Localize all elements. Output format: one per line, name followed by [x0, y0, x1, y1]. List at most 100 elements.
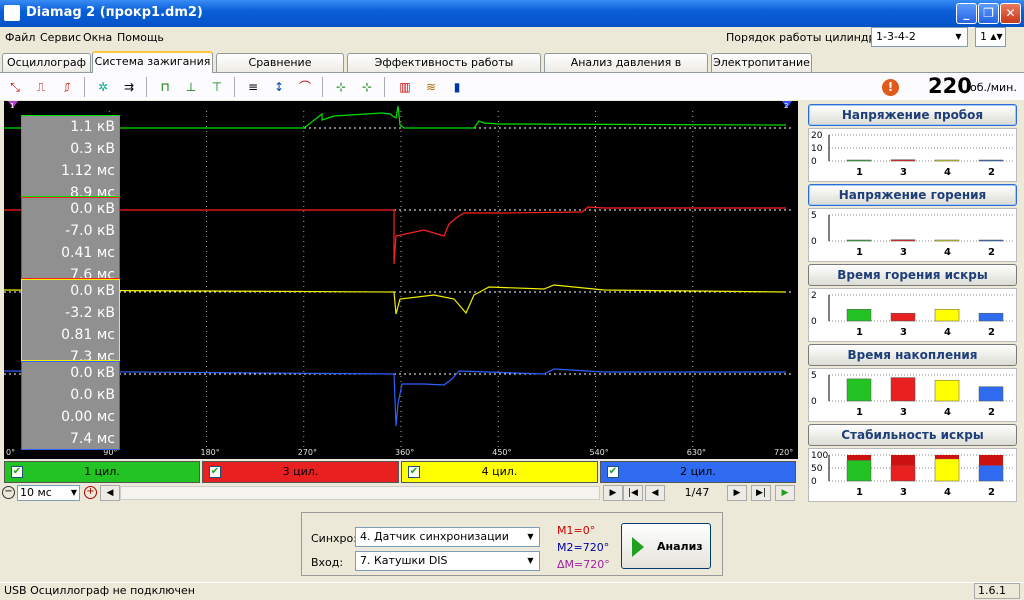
tab-cylinder-pressure[interactable]: Анализ давления в цилиндре [544, 53, 708, 86]
channel-3-toggle[interactable]: ✔ 3 цил. [202, 461, 399, 483]
menu-service[interactable]: Сервис [40, 31, 81, 44]
checkbox-icon[interactable]: ✔ [607, 466, 619, 478]
menu-windows[interactable]: Окна [83, 31, 112, 44]
stat-bar-deviation [847, 455, 871, 461]
probe-icon[interactable]: ✲ [92, 77, 114, 97]
cursor-tool-icon[interactable]: ⤡ [4, 77, 26, 97]
x-tick-label: 630° [687, 448, 706, 457]
stat-block: Время горения искры 2 0 1 3 4 2 [808, 264, 1017, 342]
first-page-button[interactable]: |◀ [623, 485, 643, 501]
stat-button[interactable]: Напряжение горения [808, 184, 1017, 206]
prev-page-button[interactable]: ◀ [645, 485, 665, 501]
readout-line: 7.4 мс [70, 431, 115, 447]
cylinder-label: 3 [900, 407, 907, 418]
next-page-button[interactable]: ▶ [727, 485, 747, 501]
waves-icon[interactable]: ≋ [420, 77, 442, 97]
app-icon [4, 5, 20, 21]
cylinder-label: 1 [856, 247, 863, 258]
stat-bar [890, 239, 916, 242]
scroll-left-button[interactable]: ◀ [100, 485, 120, 501]
menu-file[interactable]: Файл [5, 31, 35, 44]
tab-power-supply[interactable]: Электропитание [711, 53, 812, 72]
timebase-value: 10 мс [20, 486, 52, 499]
cylinder-order-select[interactable]: 1-3-4-2 ▼ [871, 27, 968, 47]
channel-3-readout: 0.0 кВ -7.0 кВ 0.41 мс 7.6 мс [21, 197, 120, 279]
cylinder-label: 4 [944, 487, 951, 498]
pulse-shift-icon[interactable]: ⊤ [206, 77, 228, 97]
x-axis-ticks: 0° 90° 180° 270° 360° 450° 540° 630° 720° [6, 448, 793, 457]
maximize-button[interactable]: ❐ [978, 3, 999, 24]
stat-bar [978, 312, 1004, 322]
rising-edge-icon[interactable]: ⎍ [30, 77, 52, 97]
stat-button[interactable]: Время накопления [808, 344, 1017, 366]
stat-y-tick: 50 [811, 464, 823, 474]
stat-button[interactable]: Напряжение пробоя [808, 104, 1017, 126]
channel-4-toggle[interactable]: ✔ 4 цил. [401, 461, 598, 483]
horizontal-lines-icon[interactable]: ≡ [242, 77, 264, 97]
checkbox-icon[interactable]: ✔ [408, 466, 420, 478]
pulse-cursor-icon[interactable]: ⊥ [180, 77, 202, 97]
stat-button[interactable]: Стабильность искры [808, 424, 1017, 446]
readout-line: 0.0 кВ [70, 201, 115, 217]
scroll-right-button[interactable]: ▶ [603, 485, 623, 501]
cylinder-label: 4 [944, 327, 951, 338]
stat-bar [934, 159, 960, 162]
analyze-button[interactable]: Анализ [621, 523, 711, 569]
tab-ignition-system[interactable]: Система зажигания [92, 51, 213, 73]
play-button[interactable]: ▶ [775, 485, 795, 501]
cylinder-label: 2 [988, 487, 995, 498]
channel-map-icon[interactable]: ⇉ [118, 77, 140, 97]
tab-cylinder-efficiency[interactable]: Эффективность работы цилиндров [347, 53, 541, 86]
tab-oscilloscope[interactable]: Осциллограф [2, 53, 91, 72]
cylinder-label: 3 [900, 247, 907, 258]
channel-2-toggle[interactable]: ✔ 2 цил. [600, 461, 796, 483]
channel-label: 4 цил. [481, 465, 518, 478]
channel-1-toggle[interactable]: ✔ 1 цил. [4, 461, 200, 483]
bar-chart-icon[interactable]: ▥ [394, 77, 416, 97]
tab-cylinder-compare[interactable]: Сравнение цилиндров [216, 53, 344, 86]
status-text: USB Осциллограф не подключен [4, 584, 195, 597]
minimize-button[interactable]: _ [956, 3, 977, 24]
stat-y-tick: 5 [811, 371, 817, 381]
horizontal-scrollbar[interactable] [120, 486, 600, 500]
peak-icon[interactable]: ⌒ [294, 77, 316, 97]
histogram-icon[interactable]: ▮ [446, 77, 468, 97]
stat-y-tick: 0 [811, 317, 817, 327]
close-button[interactable]: ✕ [1000, 3, 1021, 24]
alert-icon[interactable]: ! [882, 79, 899, 96]
cylinder-label: 1 [856, 167, 863, 178]
last-page-button[interactable]: ▶| [751, 485, 771, 501]
waveform-trace [4, 206, 786, 265]
stat-bar [978, 159, 1004, 162]
version-label: 1.6.1 [974, 583, 1020, 599]
play-icon [632, 537, 644, 557]
checkbox-icon[interactable]: ✔ [11, 466, 23, 478]
sync-value: 4. Датчик синхронизации [360, 530, 509, 543]
falling-edge-icon[interactable]: ⎎ [56, 77, 78, 97]
waveform-trace [4, 368, 786, 427]
stat-block: Напряжение горения 5 0 1 3 4 2 [808, 184, 1017, 262]
cursor-a-icon[interactable]: ⊹ [330, 77, 352, 97]
input-select[interactable]: 7. Катушки DIS ▼ [355, 551, 540, 571]
zoom-out-icon[interactable]: − [2, 486, 15, 499]
stat-bar [890, 312, 916, 322]
stat-button[interactable]: Время горения искры [808, 264, 1017, 286]
vertical-zoom-icon[interactable]: ↕ [268, 77, 290, 97]
x-tick-label: 270° [298, 448, 317, 457]
oscilloscope-display[interactable]: 0° 90° 180° 270° 360° 450° 540° 630° 720° 1 2 1.… [4, 101, 798, 459]
menu-help[interactable]: Помощь [117, 31, 164, 44]
toolbar-separator [146, 77, 147, 97]
timebase-select[interactable]: 10 мс ▼ [17, 485, 80, 501]
cylinder-label: 4 [944, 407, 951, 418]
marker-delta-value: ΔM=720° [557, 558, 610, 571]
waveform-traces [4, 105, 794, 427]
stat-bar [846, 309, 872, 322]
cursor-b-icon[interactable]: ⊹ [356, 77, 378, 97]
cylinder-order-spinner[interactable]: 1 ▲▼ [975, 27, 1006, 47]
readout-line: 0.00 мс [61, 409, 115, 425]
sync-select[interactable]: 4. Датчик синхронизации ▼ [355, 527, 540, 547]
checkbox-icon[interactable]: ✔ [209, 466, 221, 478]
readout-line: 0.41 мс [61, 245, 115, 261]
zoom-in-icon[interactable]: + [84, 486, 97, 499]
pulse-icon[interactable]: ⊓ [154, 77, 176, 97]
